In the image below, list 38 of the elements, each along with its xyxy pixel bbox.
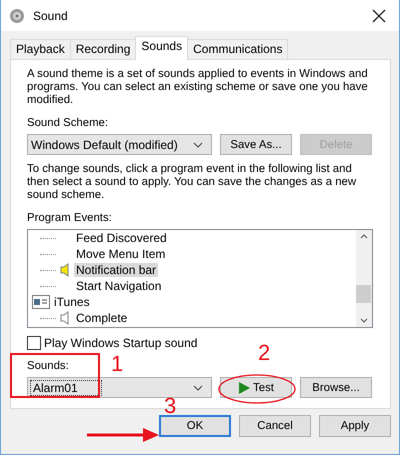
instruction-text: To change sounds, click a program event in the following list and then select a sound to apply. You can save the changes as a new sound scheme. bbox=[27, 163, 358, 202]
scroll-down-icon[interactable] bbox=[360, 318, 368, 323]
step-number: 2 bbox=[258, 341, 270, 365]
pointer-arrow bbox=[87, 428, 159, 442]
events-label: Program Events: bbox=[27, 212, 112, 226]
scroll-up-icon[interactable] bbox=[360, 234, 368, 239]
sounds-dropdown[interactable]: Alarm01 bbox=[27, 377, 212, 398]
tab[interactable]: Sounds bbox=[135, 36, 188, 60]
checkbox[interactable] bbox=[27, 336, 41, 350]
dialog-button[interactable]: OK bbox=[159, 415, 231, 437]
event-item[interactable]: Feed Discovered bbox=[74, 231, 169, 245]
test-button[interactable]: Test bbox=[220, 377, 292, 398]
description-text: A sound theme is a set of sounds applied to events in Windows and programs. You can select an existing scheme or save one you have modified. bbox=[27, 68, 369, 107]
play-icon bbox=[238, 382, 250, 394]
chevron-icon bbox=[193, 142, 203, 148]
window-icon bbox=[32, 295, 50, 309]
sounds-label: Sounds: bbox=[27, 360, 69, 374]
scrollbar[interactable] bbox=[356, 230, 372, 327]
browse-button[interactable]: Browse... bbox=[300, 377, 372, 398]
events-list[interactable]: Feed Discovered Move Menu Item Notification bar Start Navigation iTunes Complete bbox=[27, 229, 373, 328]
dialog-button[interactable]: Cancel bbox=[239, 415, 311, 437]
scroll-thumb[interactable] bbox=[356, 285, 371, 303]
event-item[interactable]: Start Navigation bbox=[74, 279, 164, 293]
tab[interactable]: Communications bbox=[187, 39, 288, 59]
close-icon[interactable] bbox=[372, 8, 386, 22]
event-item[interactable]: Notification bar bbox=[74, 263, 158, 277]
event-item[interactable]: Move Menu Item bbox=[74, 247, 168, 261]
event-group[interactable]: iTunes bbox=[54, 295, 90, 309]
scheme-label: Sound Scheme: bbox=[27, 117, 108, 131]
checkbox-label: Play Windows Startup sound bbox=[44, 336, 198, 350]
window-title: Sound bbox=[33, 8, 69, 22]
scheme-button[interactable]: Save As... bbox=[220, 134, 292, 155]
dialog-button[interactable]: Apply bbox=[319, 415, 391, 437]
scheme-dropdown[interactable]: Windows Default (modified) bbox=[27, 134, 212, 155]
chevron-icon bbox=[193, 384, 203, 390]
event-item[interactable]: Complete bbox=[74, 311, 130, 325]
tab[interactable]: Playback bbox=[10, 39, 71, 59]
step-number: 1 bbox=[111, 352, 124, 376]
